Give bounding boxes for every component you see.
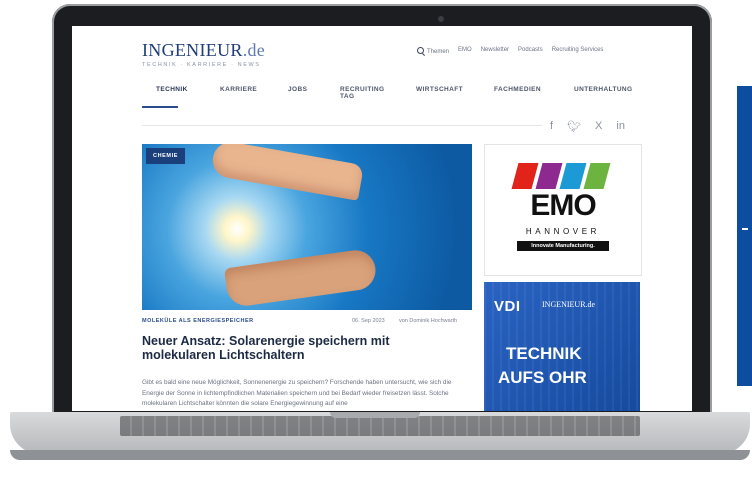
tab-recruiting-tag[interactable]: RECRUITING TAG xyxy=(340,86,388,100)
tab-karriere[interactable]: KARRIERE xyxy=(220,86,257,93)
main-navigation: TECHNIK KARRIERE JOBS RECRUITING TAG WIR… xyxy=(142,86,642,110)
opening-notch xyxy=(330,412,420,418)
tab-wirtschaft[interactable]: WIRTSCHAFT xyxy=(416,86,463,93)
nav-recruiting-services[interactable]: Recruiting Services xyxy=(552,47,604,55)
site-logo[interactable]: INGENIEUR.de TECHNIK · KARRIERE · NEWS xyxy=(142,40,265,68)
background-blue-card xyxy=(737,86,752,386)
hand-bottom-image xyxy=(223,247,379,309)
ad-headline-line2: AUFS OHR xyxy=(498,368,587,387)
ad-headline-line1: TECHNIK xyxy=(506,344,582,363)
vdi-podcast-ad[interactable]: VDI INGENIEUR.de TECHNIK AUFS OHR xyxy=(484,282,640,411)
emo-bar-purple xyxy=(535,163,563,189)
nav-newsletter[interactable]: Newsletter xyxy=(481,47,509,55)
article-author[interactable]: von Dominik Hochwarth xyxy=(399,318,457,324)
tab-unterhaltung[interactable]: UNTERHALTUNG xyxy=(574,86,632,93)
article-hero-image[interactable]: CHEMIE xyxy=(142,144,472,310)
nav-emo[interactable]: EMO xyxy=(458,47,472,55)
active-tab-indicator xyxy=(142,106,178,108)
article-teaser: Gibt es bald eine neue Möglichkeit, Sonn… xyxy=(142,379,452,407)
nav-themen[interactable]: Themen xyxy=(417,47,449,55)
camera-icon xyxy=(438,16,444,22)
emo-city: HANNOVER xyxy=(525,227,601,236)
emo-wordmark: EMO xyxy=(530,189,596,222)
laptop-bezel: INGENIEUR.de TECHNIK · KARRIERE · NEWS T… xyxy=(52,4,712,418)
emo-logo-bars xyxy=(511,163,611,189)
social-links: f 🐦︎ X in xyxy=(550,120,625,133)
emo-bar-green xyxy=(583,163,611,189)
facebook-icon[interactable]: f xyxy=(550,120,553,133)
article-kicker[interactable]: MOLEKÜLE ALS ENERGIESPEICHER xyxy=(142,318,254,324)
emo-bar-blue xyxy=(559,163,587,189)
partner-logo: INGENIEUR.de xyxy=(542,300,596,309)
divider xyxy=(142,125,542,126)
tab-jobs[interactable]: JOBS xyxy=(288,86,307,93)
hand-top-image xyxy=(210,144,364,201)
twitter-icon[interactable]: 🐦︎ xyxy=(567,120,581,133)
laptop-bottom-edge xyxy=(10,450,750,460)
search-icon[interactable] xyxy=(417,47,424,54)
laptop-screen: INGENIEUR.de TECHNIK · KARRIERE · NEWS T… xyxy=(72,26,692,411)
linkedin-icon[interactable]: in xyxy=(616,120,625,133)
logo-tagline: TECHNIK · KARRIERE · NEWS xyxy=(142,62,261,68)
nav-podcasts[interactable]: Podcasts xyxy=(518,47,543,55)
xing-icon[interactable]: X xyxy=(595,120,602,133)
vdi-logo: VDI xyxy=(494,298,521,315)
article-date: 06. Sep 2023 xyxy=(352,318,385,324)
top-navigation: Themen EMO Newsletter Podcasts Recruitin… xyxy=(417,47,603,55)
category-badge[interactable]: CHEMIE xyxy=(146,148,185,164)
emo-bar-red xyxy=(511,163,539,189)
keyboard xyxy=(120,416,640,436)
emo-claim: Innovate Manufacturing. xyxy=(517,241,609,251)
article-title[interactable]: Neuer Ansatz: Solarenergie speichern mit… xyxy=(142,334,462,362)
arrow-icon xyxy=(742,228,748,230)
tab-technik[interactable]: TECHNIK xyxy=(156,86,188,93)
logo-wordmark: INGENIEUR.de xyxy=(142,40,266,60)
emo-ad-banner[interactable]: EMO HANNOVER Innovate Manufacturing. xyxy=(484,144,642,276)
tab-fachmedien[interactable]: FACHMEDIEN xyxy=(494,86,541,93)
